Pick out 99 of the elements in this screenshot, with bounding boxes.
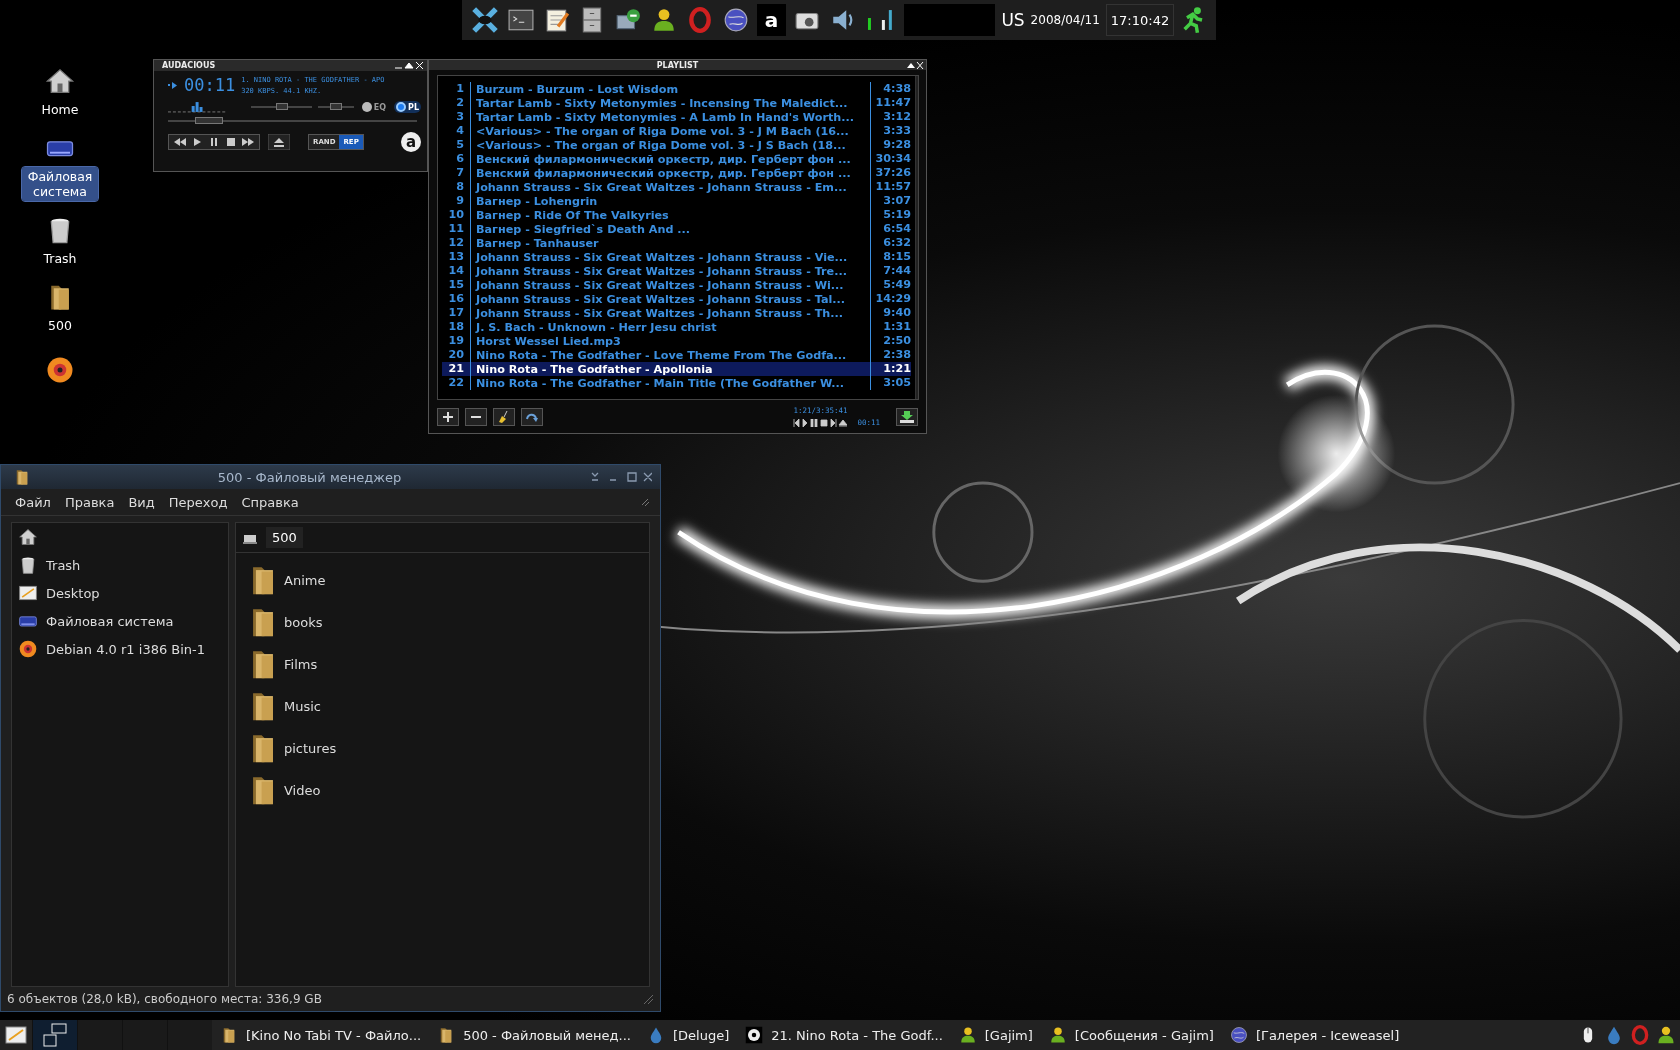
playlist-row[interactable]: 1 Burzum - Burzum - Lost Wisdom 4:38 bbox=[442, 82, 911, 96]
playlist-row[interactable]: 19 Horst Wessel Lied.mp3 2:50 bbox=[442, 334, 911, 348]
drive-arrow-icon bbox=[900, 410, 914, 423]
window-controls-icon[interactable] bbox=[394, 61, 424, 70]
workspace-button[interactable] bbox=[32, 1020, 77, 1050]
globe-icon bbox=[722, 7, 749, 33]
place-item[interactable]: Файловая система bbox=[18, 611, 222, 631]
person-icon bbox=[1656, 1025, 1676, 1045]
grip-icon bbox=[640, 497, 650, 507]
save-button[interactable] bbox=[896, 407, 918, 426]
place-item[interactable]: Debian 4.0 r1 i386 Bin-1 bbox=[18, 639, 222, 659]
person-icon bbox=[958, 1026, 977, 1044]
place-item[interactable]: Trash bbox=[18, 555, 222, 575]
elapsed-time: 00:11 bbox=[184, 75, 236, 95]
path-button[interactable]: 500 bbox=[266, 527, 303, 548]
globe-icon bbox=[1229, 1026, 1248, 1044]
date-label: 2008/04/11 bbox=[1030, 13, 1100, 27]
playlist-row[interactable]: 10 Вагнер - Ride Of The Valkyries 5:19 bbox=[442, 208, 911, 222]
menu-item[interactable]: Вид bbox=[128, 494, 155, 510]
menu-item[interactable]: Правка bbox=[64, 494, 115, 510]
previous-icon[interactable] bbox=[173, 137, 187, 147]
opera-icon bbox=[686, 7, 713, 33]
playlist-row[interactable]: 7 Венский филармонический оркестр, дир. Герберт фон ... 37:26 bbox=[442, 166, 911, 180]
folder-item[interactable]: Films bbox=[246, 645, 639, 683]
desktop-icon-label[interactable]: Файловая система bbox=[22, 167, 98, 201]
menu-item[interactable]: Переход bbox=[168, 494, 228, 510]
playlist-row[interactable]: 18 J. S. Bach - Unknown - Herr Jesu christ 1:31 bbox=[442, 320, 911, 334]
windows-icon bbox=[43, 1023, 67, 1047]
scrollbar[interactable] bbox=[915, 76, 918, 399]
playlist-row[interactable]: 2 Tartar Lamb - Sixty Metonymies - Incensing The Maledict... 11:47 bbox=[442, 96, 911, 110]
seek-thumb[interactable] bbox=[194, 117, 223, 124]
menu-item[interactable]: Справка bbox=[241, 494, 299, 510]
place-item[interactable]: Desktop bbox=[18, 583, 222, 603]
window-title: PLAYLIST bbox=[656, 60, 699, 70]
remove-button[interactable] bbox=[465, 407, 487, 426]
keyboard-layout[interactable]: US bbox=[1001, 10, 1025, 30]
menu-item[interactable]: Файл bbox=[15, 494, 51, 510]
equalizer-toggle[interactable]: EQ bbox=[359, 101, 389, 113]
balance-thumb[interactable] bbox=[330, 103, 342, 110]
house-icon bbox=[45, 66, 75, 96]
desktop-icon-label[interactable]: Trash bbox=[40, 249, 80, 268]
task-button[interactable]: [Галерея - Iceweasel] bbox=[1221, 1020, 1408, 1050]
volume-thumb[interactable] bbox=[275, 103, 288, 110]
desktop-icon-label[interactable]: Home bbox=[38, 100, 82, 119]
plus-icon bbox=[443, 411, 453, 422]
task-button[interactable]: [Kino No Tabi TV - Файло... bbox=[212, 1020, 430, 1050]
playlist-row[interactable]: 17 Johann Strauss - Six Great Waltzes - Johann Strauss - Th... 9:40 bbox=[442, 306, 911, 320]
playlist-row[interactable]: 8 Johann Strauss - Six Great Waltzes - Johann Strauss - Em... 11:57 bbox=[442, 180, 911, 194]
folder-item[interactable]: books bbox=[246, 603, 639, 641]
playlist-row[interactable]: 12 Вагнер - Tanhauser 6:32 bbox=[442, 236, 911, 250]
playlist-row[interactable]: 15 Johann Strauss - Six Great Waltzes - Johann Strauss - Wi... 5:49 bbox=[442, 278, 911, 292]
task-button[interactable]: [Deluge] bbox=[639, 1020, 738, 1050]
playlist-row[interactable]: 14 Johann Strauss - Six Great Waltzes - Johann Strauss - Tre... 7:44 bbox=[442, 264, 911, 278]
folder-item[interactable]: Anime bbox=[246, 561, 639, 599]
desktop-icon bbox=[18, 583, 38, 603]
misc-button[interactable] bbox=[521, 407, 543, 426]
player-logo[interactable]: a bbox=[401, 132, 421, 152]
disc-icon bbox=[45, 355, 75, 385]
playlist-row[interactable]: 9 Вагнер - Lohengrin 3:07 bbox=[442, 194, 911, 208]
folder-item[interactable]: Video bbox=[246, 771, 639, 809]
desktop-icon bbox=[4, 1023, 28, 1047]
playlist-row[interactable]: 6 Венский филармонический оркестр, дир. Герберт фон ... 30:34 bbox=[442, 152, 911, 166]
playlist-row[interactable]: 16 Johann Strauss - Six Great Waltzes - Johann Strauss - Tal... 14:29 bbox=[442, 292, 911, 306]
add-button[interactable] bbox=[437, 407, 459, 426]
playlist-toggle[interactable]: PL bbox=[394, 101, 421, 113]
next-icon[interactable] bbox=[241, 137, 255, 147]
launcher-button[interactable]: a bbox=[756, 4, 787, 36]
task-button[interactable]: [Gajim] bbox=[950, 1020, 1041, 1050]
broom-icon bbox=[498, 410, 510, 423]
folder-item[interactable]: pictures bbox=[246, 729, 639, 767]
task-button[interactable]: [Сообщения - Gajim] bbox=[1040, 1020, 1222, 1050]
person-icon bbox=[1048, 1026, 1067, 1044]
playlist-row[interactable]: 3 Tartar Lamb - Sixty Metonymies - A Lamb In Hand's Worth... 3:12 bbox=[442, 110, 911, 124]
eject-icon[interactable] bbox=[268, 134, 290, 150]
stop-icon[interactable] bbox=[224, 137, 238, 147]
folder-item[interactable]: Music bbox=[246, 687, 639, 725]
window-title: AUDACIOUS bbox=[162, 61, 216, 70]
status-text: 6 объектов (28,0 kB), свободного места: 336,9 GB bbox=[7, 992, 322, 1006]
disc-icon bbox=[18, 639, 38, 659]
play-indicator-icon bbox=[168, 80, 178, 90]
opera-icon bbox=[1630, 1025, 1650, 1045]
mini-controls-icon[interactable] bbox=[793, 418, 848, 427]
task-button[interactable]: 500 - Файловый менед... bbox=[429, 1020, 639, 1050]
house-icon bbox=[18, 527, 38, 547]
playlist-row[interactable]: 11 Вагнер - Siegfried`s Death And ... 6:54 bbox=[442, 222, 911, 236]
window-controls-icon[interactable] bbox=[906, 61, 924, 70]
clear-button[interactable] bbox=[493, 407, 515, 426]
playlist-row[interactable]: 13 Johann Strauss - Six Great Waltzes - Johann Strauss - Vie... 8:15 bbox=[442, 250, 911, 264]
resize-grip-icon[interactable] bbox=[642, 993, 654, 1005]
playlist-row[interactable]: 4 <Various> - The organ of Riga Dome vol. 3 - J M Bach (16... 3:33 bbox=[442, 124, 911, 138]
window-title: 500 - Файловый менеджер bbox=[216, 469, 403, 485]
desktop-icon-label[interactable]: 500 bbox=[45, 316, 75, 335]
clock-label[interactable]: 17:10:42 bbox=[1105, 4, 1175, 36]
player-icon bbox=[745, 1026, 764, 1044]
terminal-icon bbox=[507, 7, 534, 33]
playlist-row[interactable]: 21 Nino Rota - The Godfather - Apollonia 1:21 bbox=[442, 362, 911, 376]
playlist-row[interactable]: 5 <Various> - The organ of Riga Dome vol. 3 - J S Bach (18... 9:28 bbox=[442, 138, 911, 152]
playlist-row[interactable]: 22 Nino Rota - The Godfather - Main Title (The Godfather W... 3:05 bbox=[442, 376, 911, 390]
task-button[interactable]: 21. Nino Rota - The Godf... bbox=[737, 1020, 951, 1050]
